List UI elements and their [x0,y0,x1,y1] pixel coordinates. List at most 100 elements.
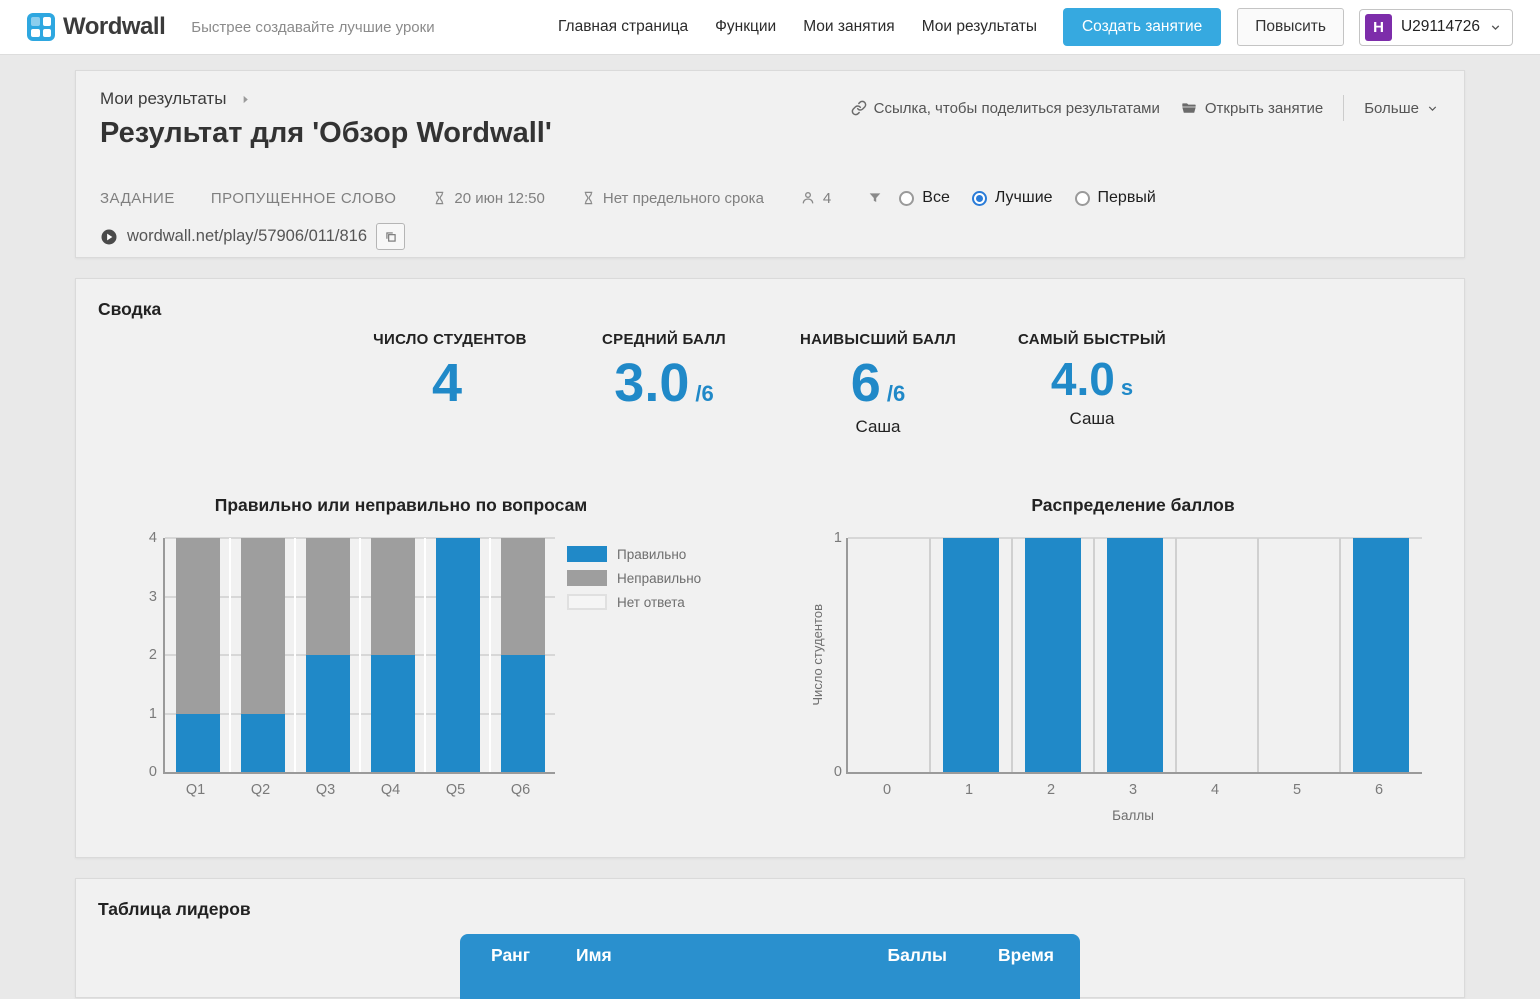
chart-x-tick-label: Q6 [491,782,551,798]
nav-item-home[interactable]: Главная страница [558,18,688,36]
chart-bar-segment [501,655,545,772]
legend-swatch [567,570,607,586]
legend-row: Неправильно [567,570,701,586]
more-menu[interactable]: Больше [1364,100,1439,117]
play-circle-icon [100,228,118,246]
chart-y-tick-label: 4 [149,530,157,546]
score-distribution-bar-chart: Число студентов 01 Баллы 0123456 [816,538,1466,838]
radio-best-label: Лучшие [995,189,1053,207]
chart-vsep [1257,538,1259,772]
upgrade-button[interactable]: Повысить [1237,8,1344,46]
chevron-down-icon [1426,102,1439,115]
created-date: 20 июн 12:50 [454,190,544,207]
players-count: 4 [823,190,831,207]
hourglass-icon [581,190,596,206]
chart-vsep [1175,538,1177,772]
breadcrumb-arrow-icon [240,94,251,105]
play-url-link[interactable]: wordwall.net/play/57906/011/816 [127,227,367,246]
chart-x-tick-label: 0 [857,782,917,798]
user-menu[interactable]: H U29114726 [1359,9,1513,46]
page-title: Результат для 'Обзор Wordwall' [100,117,552,150]
questions-chart-title: Правильно или неправильно по вопросам [176,495,626,516]
chevron-down-icon [1489,21,1502,34]
tagline: Быстрее создавайте лучшие уроки [191,19,434,36]
link-icon [851,100,867,116]
x-axis-label: Баллы [846,808,1420,823]
chart-vsep [489,538,491,772]
folder-icon [1180,100,1198,116]
chart-vsep [1011,538,1013,772]
nav-item-my-results[interactable]: Мои результаты [922,18,1037,36]
hourglass-icon [432,190,447,206]
chart-y-tick-label: 3 [149,589,157,605]
chart-bar-segment [176,538,220,714]
chart-vsep [929,538,931,772]
chart-x-tick-label: Q3 [296,782,356,798]
chart-plot-area [846,538,1422,774]
leaderboard-title: Таблица лидеров [98,899,251,920]
chart-y-tick-label: 1 [834,530,842,546]
wordwall-grid-icon [27,13,55,41]
chart-x-tick-label: Q1 [166,782,226,798]
radio-all-label: Все [922,189,950,207]
y-axis-tick-labels: 01 [828,538,844,772]
open-activity-link[interactable]: Открыть занятие [1180,100,1323,117]
stat-average-score: СРЕДНИЙ БАЛЛ 3.0/6 [557,331,771,437]
chart-bar-segment [241,714,285,773]
chart-y-tick-label: 1 [149,706,157,722]
chart-x-tick-label: Q5 [426,782,486,798]
leaderboard-header: Ранг Имя Баллы Время [460,934,1080,999]
chart-x-tick-label: Q4 [361,782,421,798]
chart-x-tick-label: 1 [939,782,999,798]
wordwall-logo[interactable]: Wordwall [27,13,165,41]
chart-vsep [294,538,296,772]
questions-stacked-bar-chart: 01234 Q1Q2Q3Q4Q5Q6 [131,538,811,838]
brand-name: Wordwall [63,13,165,41]
chart-bar-segment [1025,538,1081,772]
chart-x-tick-label: 3 [1103,782,1163,798]
chart-bar-segment [1353,538,1409,772]
legend-label: Неправильно [617,571,701,586]
summary-stats: ЧИСЛО СТУДЕНТОВ 4 СРЕДНИЙ БАЛЛ 3.0/6 НАИ… [343,331,1199,437]
share-results-link[interactable]: Ссылка, чтобы поделиться результатами [851,100,1160,117]
radio-all[interactable] [899,191,914,206]
chart-x-tick-label: 5 [1267,782,1327,798]
stat-student-count: ЧИСЛО СТУДЕНТОВ 4 [343,331,557,437]
legend-swatch [567,546,607,562]
score-distribution-chart-title: Распределение баллов [846,495,1420,516]
legend-label: Правильно [617,547,686,562]
summary-card: Сводка ЧИСЛО СТУДЕНТОВ 4 СРЕДНИЙ БАЛЛ 3.… [75,278,1465,858]
radio-first-label: Первый [1098,189,1156,207]
nav-links: Главная страница Функции Мои занятия Мои… [558,18,1037,36]
summary-title: Сводка [98,299,161,320]
filter-funnel-icon [867,190,883,206]
y-axis-tick-labels: 01234 [131,538,159,772]
radio-first[interactable] [1075,191,1090,206]
breadcrumb-my-results-link[interactable]: Мои результаты [100,89,226,109]
chart-bar-segment [943,538,999,772]
assignment-label: ЗАДАНИЕ [100,190,175,207]
divider [1343,95,1344,121]
results-header-card: Мои результаты Результат для 'Обзор Word… [75,70,1465,258]
deadline-text: Нет предельного срока [603,190,764,207]
chart-vsep [424,538,426,772]
nav-item-features[interactable]: Функции [715,18,776,36]
chart-bar-segment [501,538,545,655]
avatar: H [1365,14,1392,41]
chart-bar-segment [436,538,480,772]
radio-best[interactable] [972,191,987,206]
leaderboard-card: Таблица лидеров Ранг Имя Баллы Время [75,878,1465,998]
legend-swatch [567,594,607,610]
chart-y-tick-label: 2 [149,647,157,663]
nav-item-my-activities[interactable]: Мои занятия [803,18,895,36]
results-filter: Все Лучшие Первый [899,189,1170,207]
activity-meta-row: ЗАДАНИЕ ПРОПУЩЕННОЕ СЛОВО 20 июн 12:50 Н… [100,189,1170,207]
chart-x-tick-label: 2 [1021,782,1081,798]
breadcrumb: Мои результаты [100,89,251,109]
chart-x-tick-label: Q2 [231,782,291,798]
legend-row: Нет ответа [567,594,701,610]
chart-plot-area [163,538,555,774]
header-actions: Ссылка, чтобы поделиться результатами От… [851,95,1439,121]
create-activity-button[interactable]: Создать занятие [1063,8,1221,46]
copy-url-button[interactable] [376,223,405,250]
